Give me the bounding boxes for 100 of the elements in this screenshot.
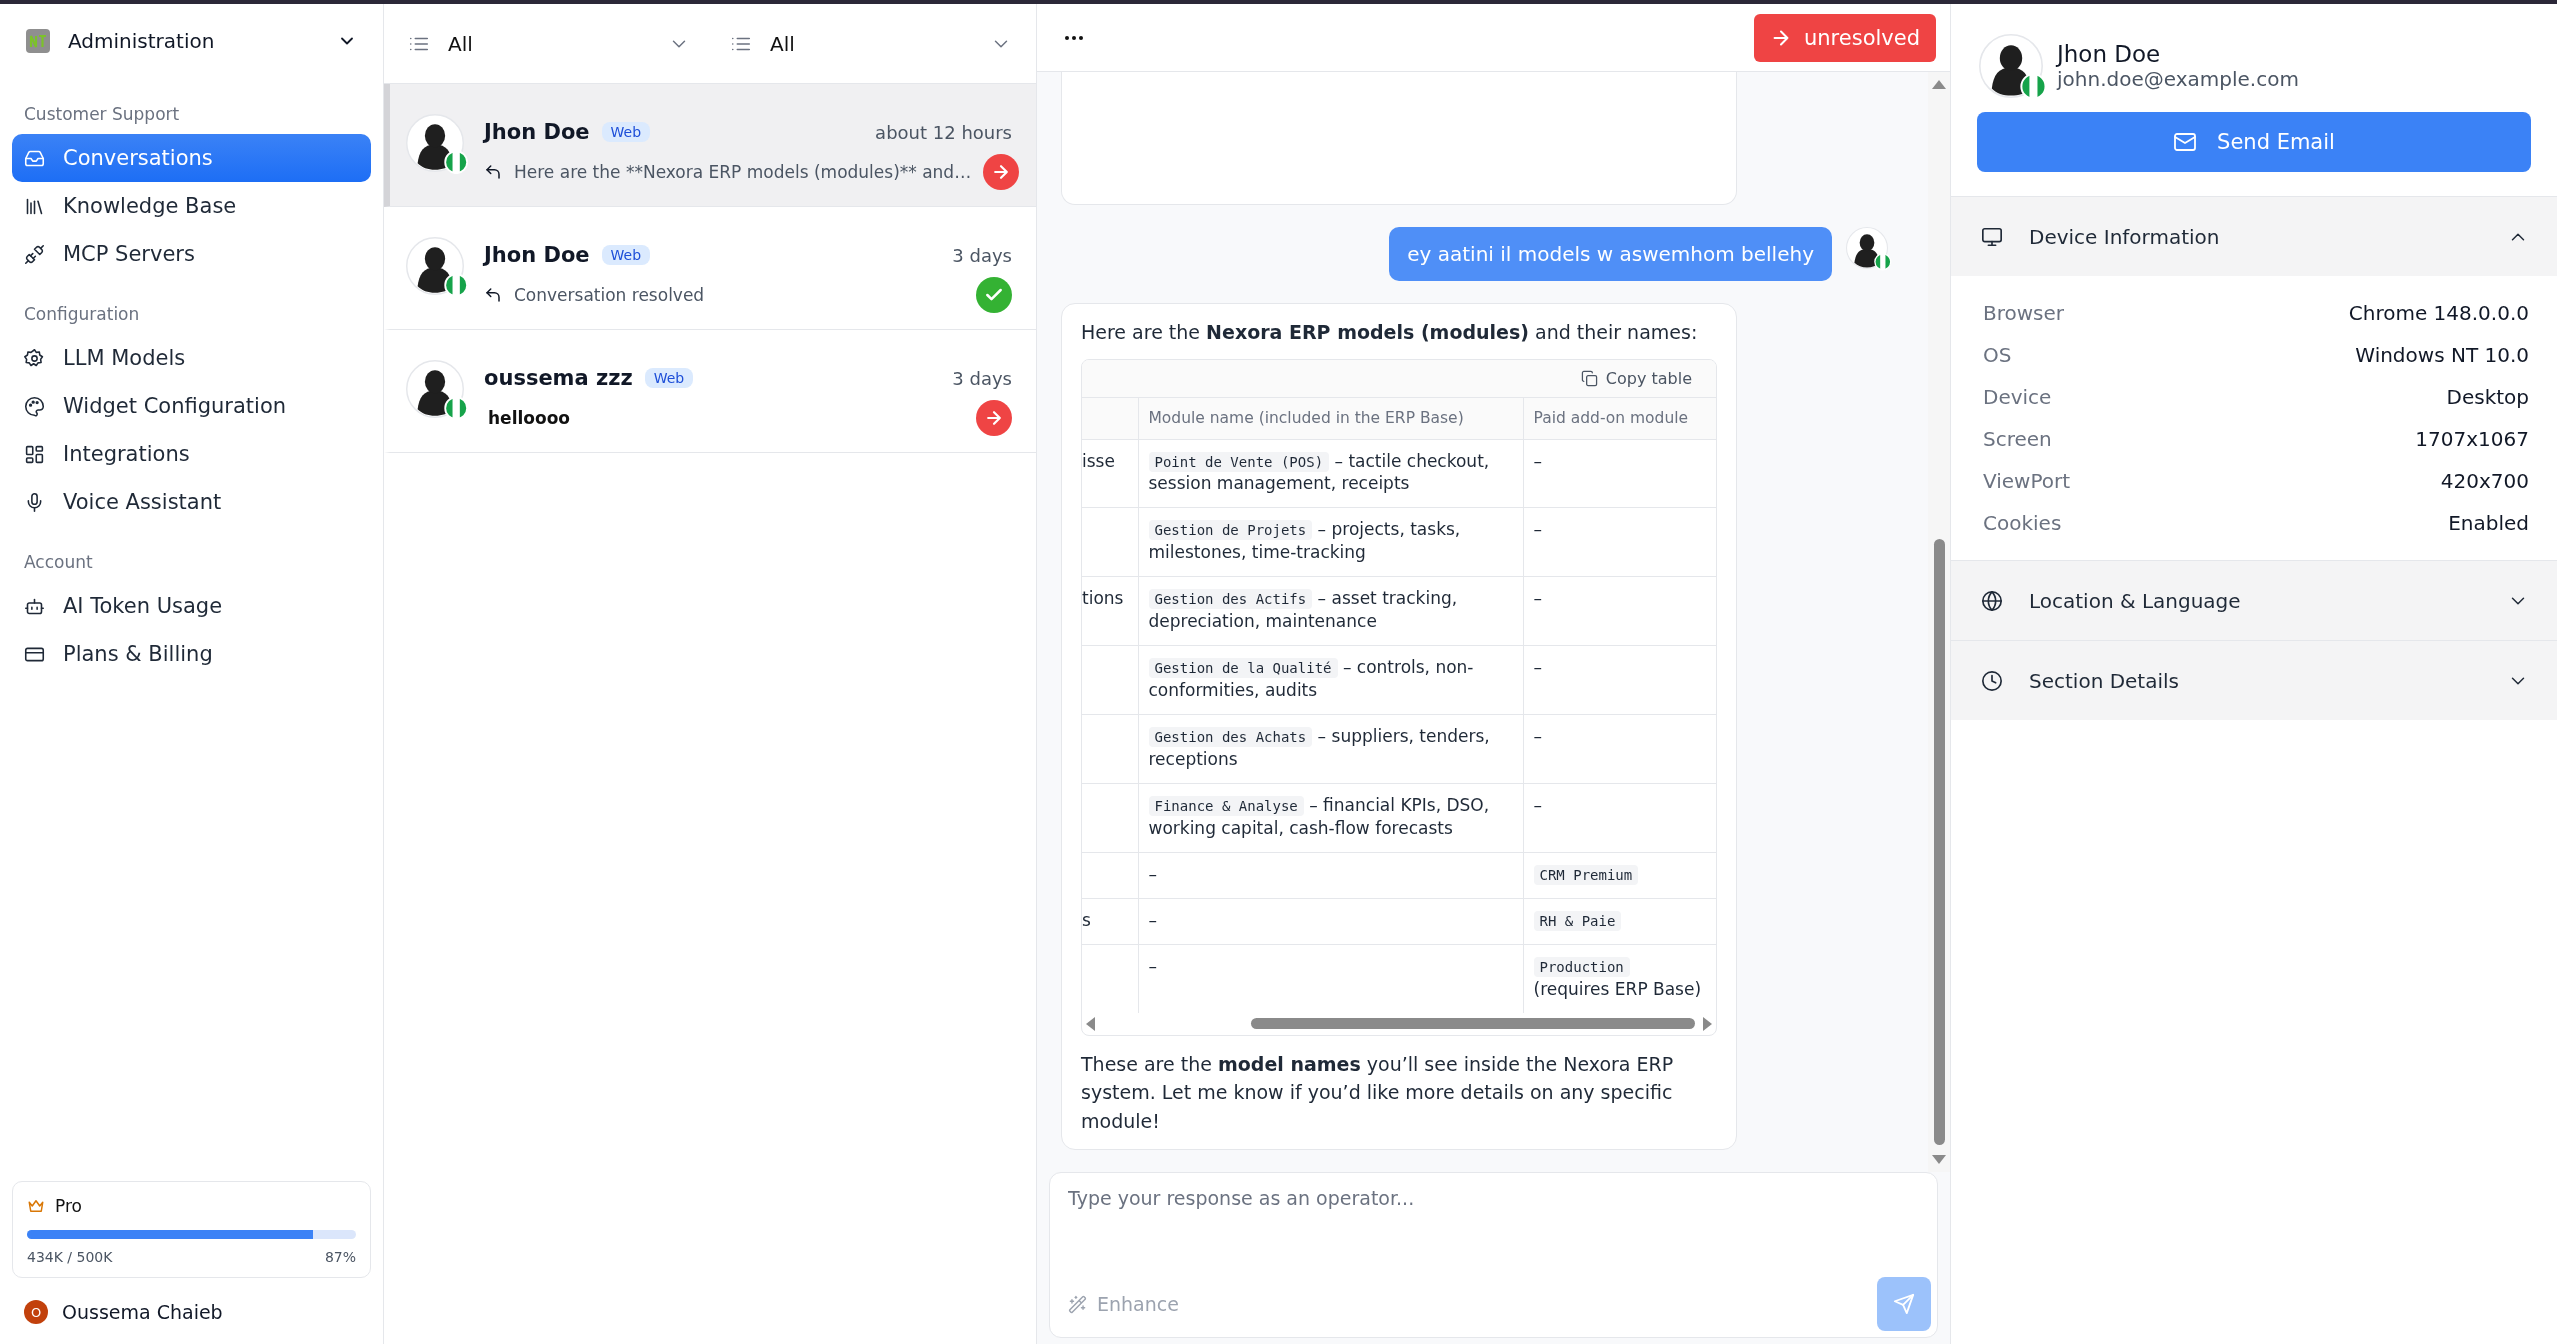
copy-icon [1580, 369, 1598, 387]
table-cell: – [1523, 439, 1716, 508]
table-cell: tions [1082, 588, 1124, 609]
section-heading: Account [23, 551, 94, 574]
table-cell: – [1523, 645, 1716, 715]
sidebar-item[interactable]: Plans & Billing [12, 630, 371, 678]
table-cell: RH & Paie [1523, 898, 1716, 945]
message-preview: helloooo [487, 408, 571, 428]
status-indicator[interactable] [976, 277, 1012, 313]
channel-badge: Web [601, 122, 651, 142]
grid-icon [24, 443, 45, 465]
crown-icon [27, 1197, 45, 1215]
table-cell: isse [1082, 450, 1115, 471]
table-cell: s [1082, 909, 1091, 930]
sidebar-item[interactable]: MCP Servers [12, 230, 371, 278]
field-value: 420x700 [2440, 469, 2529, 493]
table-cell: – [1523, 576, 1716, 646]
user-avatar: O [24, 1300, 48, 1324]
table-cell: CRM Premium [1523, 852, 1716, 899]
sidebar-item[interactable]: LLM Models [12, 334, 371, 382]
unresolved-button[interactable]: unresolved [1754, 13, 1936, 62]
column-header: Paid add-on module [1523, 397, 1716, 439]
user-message: ey aatini il models w aswemhom bellehy [1389, 227, 1832, 282]
send-button[interactable] [1877, 1277, 1931, 1331]
usage-percent: 87% [324, 1249, 356, 1265]
user-name: Oussema Chaieb [62, 1301, 223, 1323]
gear-icon [24, 347, 45, 369]
clock-icon [1981, 669, 2003, 692]
copy-table-button[interactable]: Copy table [1574, 367, 1698, 389]
table-cell: – [1138, 852, 1523, 899]
status-indicator[interactable] [976, 400, 1012, 436]
sidebar-item[interactable]: Voice Assistant [12, 478, 371, 526]
table-cell: – [1523, 507, 1716, 577]
table-cell: – [1138, 944, 1523, 1013]
monitor-icon [1981, 225, 2003, 248]
sidebar-item[interactable]: AI Token Usage [12, 582, 371, 630]
filter-dropdown[interactable]: All [730, 31, 1012, 56]
accordion-header[interactable]: Section Details [1951, 640, 2557, 720]
sidebar-item[interactable]: Conversations [12, 134, 371, 182]
filter-dropdown[interactable]: All [408, 31, 690, 56]
message-preview: Conversation resolved [514, 285, 706, 305]
message-preview: Here are the **Nexora ERP models (modules)** and… [514, 162, 972, 182]
field-value: Desktop [2446, 385, 2529, 409]
conversation-item[interactable]: Jhon Doe Web 3 days Conversation resolved [384, 207, 1036, 330]
channel-badge: Web [644, 368, 694, 388]
globe-icon [1981, 589, 2003, 612]
section-heading: Customer Support [23, 103, 181, 126]
conversation-item[interactable]: Jhon Doe Web about 12 hours Here are the **Nexora ERP models (modules)** and… [384, 84, 1036, 207]
accordion-header[interactable]: Device Information [1951, 196, 2557, 276]
field-value: Chrome 148.0.0.0 [2348, 301, 2529, 325]
table-cell: Gestion de Projets – projects, tasks, milestones, time-tracking [1138, 507, 1523, 577]
table-cell: Point de Vente (POS) – tactile checkout, session management, receipts [1138, 439, 1523, 508]
plug-icon [24, 243, 45, 265]
column-header: Module name (included in the ERP Base) [1138, 397, 1523, 439]
status-indicator[interactable] [983, 154, 1020, 190]
time-label: 3 days [952, 244, 1012, 266]
table-cell: – [1523, 714, 1716, 784]
wand-icon [1068, 1294, 1087, 1314]
scrollbar[interactable] [1928, 72, 1950, 1172]
time-label: about 12 hours [875, 121, 1012, 143]
table-cell: Gestion des Actifs – asset tracking, depreciation, maintenance [1138, 576, 1523, 646]
time-label: 3 days [952, 367, 1012, 389]
send-email-button[interactable]: Send Email [1977, 112, 2531, 172]
field-label: Browser [1983, 301, 2065, 325]
section-heading: Configuration [23, 303, 141, 326]
avatar [1846, 227, 1888, 270]
table-cell: Production (requires ERP Base) [1523, 944, 1716, 1013]
sidebar-item[interactable]: Integrations [12, 430, 371, 478]
send-icon [1893, 1293, 1915, 1315]
mail-icon [2173, 130, 2198, 154]
table-cell: – [1523, 783, 1716, 853]
more-icon[interactable] [1065, 35, 1083, 40]
table-cell: Finance & Analyse – financial KPIs, DSO, working capital, cash-flow forecasts [1138, 783, 1523, 853]
table-cell: Gestion de la Qualité – controls, non-conformities, audits [1138, 645, 1523, 715]
field-value: 1707x1067 [2415, 427, 2529, 451]
field-label: OS [1983, 343, 2012, 367]
table-cell: Gestion des Achats – suppliers, tenders, receptions [1138, 714, 1523, 784]
field-value: Enabled [2448, 511, 2529, 535]
contact-name: oussema zzz [484, 366, 633, 390]
conversation-item[interactable]: oussema zzz Web 3 days helloooo [384, 330, 1036, 453]
contact-name: Jhon Doe [484, 243, 590, 267]
field-label: Cookies [1983, 511, 2062, 535]
logo-icon [26, 29, 50, 53]
usage-text: 434K / 500K [27, 1249, 113, 1265]
accordion-header[interactable]: Location & Language [1951, 560, 2557, 640]
palette-icon [24, 395, 45, 417]
contact-name: Jhon Doe [2057, 41, 2162, 67]
field-label: Device [1983, 385, 2052, 409]
contact-name: Jhon Doe [484, 120, 590, 144]
field-label: Screen [1983, 427, 2052, 451]
workspace-name: Administration [68, 29, 216, 53]
message-text: Here are the Nexora ERP models (modules) and their names: [1081, 320, 1699, 346]
reply-icon [484, 163, 502, 181]
flag-icon [1874, 253, 1892, 272]
plan-name: Pro [55, 1196, 82, 1216]
arrow-right-icon [984, 408, 1004, 428]
reply-icon [484, 286, 502, 304]
sidebar-item[interactable]: Knowledge Base [12, 182, 371, 230]
sidebar-item[interactable]: Widget Configuration [12, 382, 371, 430]
field-label: ViewPort [1983, 469, 2071, 493]
